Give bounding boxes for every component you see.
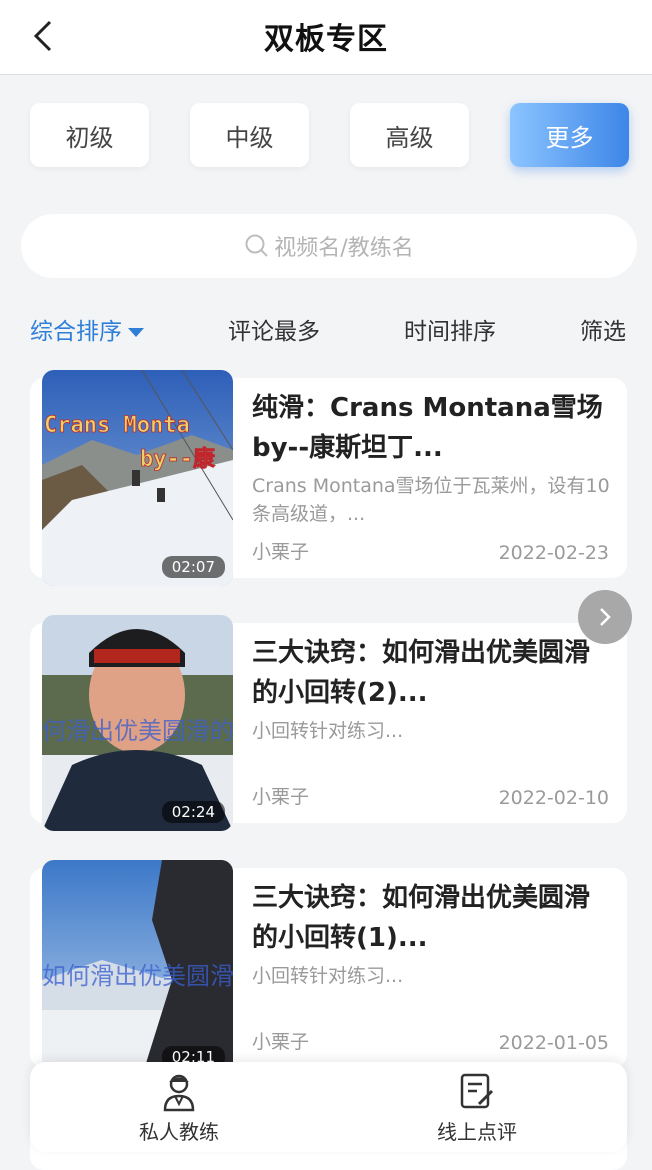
top-bar: 双板专区 <box>0 0 652 75</box>
video-title[interactable]: 三大诀窍：如何滑出优美圆滑的小回转(1)... <box>252 878 612 958</box>
svg-text:Crans Monta: Crans Monta <box>44 413 190 438</box>
level-button-advanced[interactable]: 高级 <box>350 103 469 167</box>
video-date: 2022-02-10 <box>498 787 609 809</box>
nav-online-review[interactable]: 线上点评 <box>402 1072 552 1145</box>
search-placeholder: 视频名/教练名 <box>274 236 414 261</box>
nav-private-coach-label: 私人教练 <box>139 1120 219 1144</box>
level-button-beginner[interactable]: 初级 <box>30 103 149 167</box>
video-card[interactable]: Crans Monta by--康 02:07 纯滑：Crans Montana… <box>30 370 627 586</box>
video-card[interactable]: 如何滑出优美圆滑 02:11 三大诀窍：如何滑出优美圆滑的小回转(1)... 小… <box>30 860 627 1076</box>
caret-down-icon <box>128 328 144 337</box>
level-button-more[interactable]: 更多 <box>510 103 629 167</box>
filter-button[interactable]: 筛选 <box>580 312 626 346</box>
video-card[interactable]: 何滑出优美圆滑的 02:24 三大诀窍：如何滑出优美圆滑的小回转(2)... 小… <box>30 615 627 831</box>
nav-online-review-label: 线上点评 <box>437 1120 517 1144</box>
video-thumbnail[interactable]: 何滑出优美圆滑的 02:24 <box>42 615 233 831</box>
video-author: 小栗子 <box>252 1031 310 1053</box>
video-description: 小回转针对练习... <box>252 720 404 742</box>
page-title: 双板专区 <box>264 22 388 57</box>
video-thumbnail[interactable]: 如何滑出优美圆滑 02:11 <box>42 860 233 1076</box>
search-input[interactable]: 视频名/教练名 <box>21 214 637 278</box>
video-duration: 02:24 <box>161 801 225 823</box>
video-description: Crans Montana雪场位于瓦莱州，设有10条高级道，... <box>252 475 610 525</box>
video-thumbnail[interactable]: Crans Monta by--康 02:07 <box>42 370 233 586</box>
next-arrow-button[interactable] <box>578 590 632 644</box>
thumbnail-caption: 何滑出优美圆滑的 <box>42 717 233 745</box>
bottom-nav: 私人教练 线上点评 <box>30 1062 627 1152</box>
sort-most-comments[interactable]: 评论最多 <box>228 312 320 346</box>
video-title[interactable]: 纯滑：Crans Montana雪场by--康斯坦丁... <box>252 388 612 468</box>
review-edit-icon <box>460 1073 494 1109</box>
level-button-intermediate[interactable]: 中级 <box>190 103 309 167</box>
video-date: 2022-02-23 <box>498 542 609 564</box>
video-description: 小回转针对练习... <box>252 965 404 987</box>
nav-private-coach[interactable]: 私人教练 <box>104 1072 254 1145</box>
video-author: 小栗子 <box>252 786 310 808</box>
sort-comprehensive[interactable]: 综合排序 <box>30 312 144 346</box>
video-date: 2022-01-05 <box>498 1032 609 1054</box>
coach-icon <box>163 1074 195 1112</box>
video-author: 小栗子 <box>252 541 310 563</box>
sort-comprehensive-label: 综合排序 <box>30 319 122 345</box>
search-icon <box>245 234 268 257</box>
video-duration: 02:07 <box>161 556 225 578</box>
video-title[interactable]: 三大诀窍：如何滑出优美圆滑的小回转(2)... <box>252 633 612 713</box>
chevron-right-icon <box>600 608 611 626</box>
sort-by-time[interactable]: 时间排序 <box>404 312 496 346</box>
thumbnail-caption: 如何滑出优美圆滑 <box>42 962 233 990</box>
svg-text:by--康: by--康 <box>140 446 216 472</box>
